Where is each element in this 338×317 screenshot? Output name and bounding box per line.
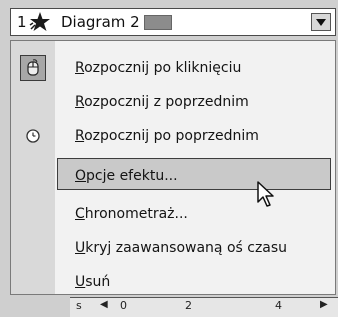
chevron-down-icon [316, 18, 326, 26]
menu-item-hide-advanced-timeline[interactable]: Ukryj zaawansowaną oś czasu [11, 231, 335, 265]
menu-item-start-on-click[interactable]: Rozpocznij po kliknięciu [11, 51, 335, 85]
menu-item-label: Ukryj zaawansowaną oś czasu [75, 240, 288, 256]
timeline-ruler: s ◀ 0 2 4 ▶ [70, 297, 338, 317]
animation-order-number: 1 [17, 13, 27, 31]
menu-item-start-after-previous[interactable]: Rozpocznij po poprzednim [11, 119, 335, 153]
menu-item-label: Chronometraż... [75, 206, 188, 222]
menu-item-timing[interactable]: Chronometraż... [11, 197, 335, 231]
animation-title: Diagram 2 [61, 13, 140, 31]
timeline-tick: 2 [185, 299, 192, 312]
context-menu: Rozpocznij po kliknięciu Rozpocznij z po… [10, 40, 336, 295]
mouse-click-icon [20, 55, 46, 81]
color-swatch [144, 15, 172, 30]
menu-item-label: Rozpocznij po poprzednim [75, 128, 259, 144]
menu-item-label: Usuń [75, 274, 111, 290]
clock-icon [21, 124, 45, 148]
menu-item-effect-options[interactable]: Opcje efektu... [11, 158, 335, 193]
timeline-tick: 4 [275, 299, 282, 312]
animation-item-header[interactable]: 1 Diagram 2 [10, 8, 336, 36]
left-arrow-icon[interactable]: ◀ [100, 299, 108, 310]
menu-item-label: Rozpocznij z poprzednim [75, 94, 249, 110]
timeline-tick: 0 [120, 299, 127, 312]
menu-item-label: Rozpocznij po kliknięciu [75, 60, 242, 76]
timeline-tick: s [76, 299, 82, 312]
menu-item-remove[interactable]: Usuń [11, 265, 335, 299]
menu-item-label: Opcje efektu... [75, 168, 178, 184]
dropdown-button[interactable] [311, 13, 331, 31]
right-arrow-icon[interactable]: ▶ [320, 299, 328, 310]
star-effect-icon [29, 11, 51, 36]
mouse-cursor-icon [256, 180, 280, 214]
menu-item-start-with-previous[interactable]: Rozpocznij z poprzednim [11, 85, 335, 119]
